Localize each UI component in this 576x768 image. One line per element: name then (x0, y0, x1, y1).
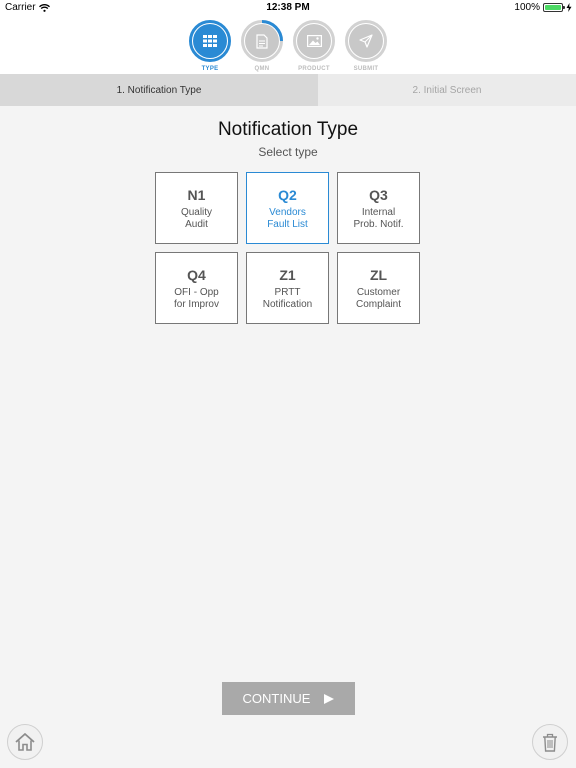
status-bar: Carrier 12:38 PM 100% (0, 0, 576, 16)
type-tile-n1[interactable]: N1 Quality Audit (155, 172, 238, 244)
type-code: Q2 (278, 187, 297, 203)
type-desc-line2: Fault List (267, 219, 308, 230)
type-tile-zl[interactable]: ZL Customer Complaint (337, 252, 420, 324)
step-submit-ring (345, 20, 387, 62)
type-code: ZL (369, 267, 388, 283)
step-qmn[interactable]: QMN (240, 20, 284, 72)
type-desc-line2: Audit (185, 219, 208, 230)
type-desc-line2: Prob. Notif. (353, 219, 404, 230)
send-icon (359, 34, 373, 48)
type-desc-line1: Customer (356, 287, 401, 298)
type-desc-line1: Quality (180, 207, 213, 218)
type-grid: N1 Quality Audit Q2 Vendors Fault List Q… (155, 172, 420, 324)
grid-icon (203, 35, 217, 47)
battery-icon (543, 3, 565, 12)
home-icon (15, 733, 35, 751)
clock: 12:38 PM (266, 2, 310, 13)
trash-icon (543, 733, 557, 752)
type-desc-line1: OFI - Opp (174, 287, 219, 298)
charging-icon (566, 3, 572, 12)
battery-group: 100% (514, 2, 572, 13)
type-tile-z1[interactable]: Z1 PRTT Notification (246, 252, 329, 324)
type-code: Z1 (279, 267, 296, 283)
type-tile-q2[interactable]: Q2 Vendors Fault List (246, 172, 329, 244)
type-desc-line2: for Improv (173, 299, 219, 310)
trash-button[interactable] (532, 724, 568, 760)
tab-initial-screen[interactable]: 2. Initial Screen (318, 74, 576, 106)
type-desc-line2: Complaint (355, 299, 402, 310)
tab-notification-type[interactable]: 1. Notification Type (0, 74, 318, 106)
step-type-label: TYPE (201, 66, 219, 72)
page-subtitle: Select type (258, 145, 318, 159)
type-desc-line2: Notification (262, 299, 313, 310)
type-desc-line1: PRTT (274, 287, 301, 298)
type-code: N1 (187, 187, 206, 203)
step-type-ring (189, 20, 231, 62)
play-arrow-icon (324, 693, 335, 704)
document-icon (256, 33, 268, 49)
type-tile-q3[interactable]: Q3 Internal Prob. Notif. (337, 172, 420, 244)
battery-percent: 100% (514, 2, 540, 13)
step-product-ring (293, 20, 335, 62)
step-qmn-label: QMN (254, 66, 270, 72)
step-qmn-ring (241, 20, 283, 62)
wizard-steps: TYPE QMN PRODUCT SUBMIT (0, 16, 576, 74)
step-product[interactable]: PRODUCT (292, 20, 336, 72)
step-type[interactable]: TYPE (188, 20, 232, 72)
step-submit[interactable]: SUBMIT (344, 20, 388, 72)
page-title: Notification Type (217, 119, 359, 140)
image-icon (306, 35, 322, 47)
type-desc-line1: Internal (361, 207, 396, 218)
type-code: Q3 (369, 187, 388, 203)
step-product-label: PRODUCT (298, 66, 330, 72)
type-code: Q4 (187, 267, 206, 283)
home-button[interactable] (7, 724, 43, 760)
section-tabs: 1. Notification Type 2. Initial Screen (0, 74, 576, 106)
continue-button[interactable]: CONTINUE (222, 682, 355, 715)
type-desc-line1: Vendors (269, 207, 306, 218)
continue-label: CONTINUE (242, 691, 311, 706)
type-tile-q4[interactable]: Q4 OFI - Opp for Improv (155, 252, 238, 324)
step-submit-label: SUBMIT (353, 66, 379, 72)
